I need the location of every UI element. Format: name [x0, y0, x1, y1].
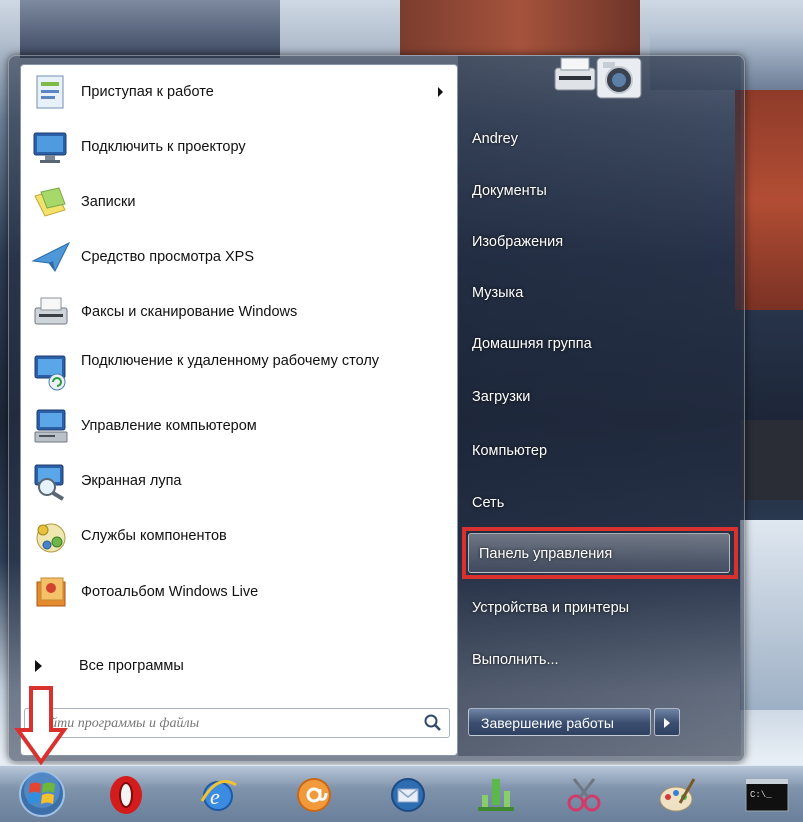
control-panel-highlight-frame: [462, 527, 738, 579]
user-picture-icon[interactable]: [553, 44, 645, 104]
mail-agent-icon[interactable]: [292, 773, 336, 817]
program-xps-viewer[interactable]: Средство просмотра XPS: [21, 232, 457, 282]
music-link[interactable]: Музыка: [472, 285, 523, 315]
windows-orb-icon[interactable]: [16, 770, 68, 818]
remote-desktop-icon: [34, 355, 66, 391]
search-input[interactable]: [31, 712, 375, 736]
program-remote-desktop[interactable]: Подключение к удаленному рабочему столу: [21, 345, 457, 399]
program-label: Приступая к работе: [81, 84, 214, 100]
program-photo-gallery[interactable]: Фотоальбом Windows Live: [21, 567, 457, 617]
taskbar: e C:\_: [0, 765, 803, 822]
search-icon[interactable]: [423, 713, 443, 733]
paint-icon[interactable]: [654, 773, 698, 817]
user-name-link[interactable]: Andrey: [472, 131, 518, 161]
shutdown-button[interactable]: Завершение работы: [468, 708, 651, 736]
internet-explorer-icon[interactable]: e: [196, 773, 240, 817]
thunderbird-icon[interactable]: [386, 773, 430, 817]
program-label: Службы компонентов: [81, 528, 227, 544]
chevron-right-icon: [664, 718, 670, 728]
program-label: Фотоальбом Windows Live: [81, 584, 259, 600]
sticky-notes-icon: [34, 187, 66, 217]
all-programs-arrow-icon: [35, 660, 42, 672]
background-building: [740, 520, 803, 710]
program-label: Управление компьютером: [81, 418, 257, 434]
program-label: Подключение к удаленному рабочему столу: [81, 353, 380, 369]
program-label: Факсы и сканирование Windows: [81, 304, 298, 320]
homegroup-link[interactable]: Домашняя группа: [472, 336, 592, 366]
submenu-arrow-icon: [438, 87, 443, 97]
program-connect-projector[interactable]: Подключить к проектору: [21, 122, 457, 172]
program-label: Записки: [81, 194, 136, 210]
snipping-tool-icon[interactable]: [562, 773, 606, 817]
documents-link[interactable]: Документы: [472, 183, 547, 213]
background-building: [740, 420, 803, 500]
program-component-services[interactable]: Службы компонентов: [21, 511, 457, 561]
photo-gallery-icon: [36, 577, 66, 607]
shutdown-options-button[interactable]: [654, 708, 680, 736]
getting-started-icon: [36, 75, 64, 109]
xps-viewer-icon: [31, 241, 71, 272]
pictures-link[interactable]: Изображения: [472, 234, 563, 264]
downloads-link[interactable]: Загрузки: [472, 389, 530, 419]
program-sticky-notes[interactable]: Записки: [21, 177, 457, 227]
opera-icon[interactable]: [104, 773, 148, 817]
background-building: [20, 0, 280, 58]
command-prompt-icon[interactable]: C:\_: [744, 773, 790, 817]
fax-scan-icon: [34, 297, 68, 325]
start-menu-programs-pane: Приступая к работе Подключить к проектор…: [20, 64, 458, 756]
devices-printers-link[interactable]: Устройства и принтеры: [472, 600, 629, 630]
all-programs-label: Все программы: [79, 658, 184, 674]
magnifier-icon: [34, 464, 65, 501]
program-magnifier[interactable]: Экранная лупа: [21, 456, 457, 506]
search-box[interactable]: [24, 708, 450, 738]
network-tool-icon[interactable]: [474, 773, 518, 817]
all-programs-button[interactable]: Все программы: [21, 649, 457, 685]
network-link[interactable]: Сеть: [472, 495, 504, 525]
program-label: Средство просмотра XPS: [81, 249, 255, 265]
pointer-arrow-down-icon: [14, 686, 68, 766]
computer-link[interactable]: Компьютер: [472, 443, 547, 473]
program-label: Подключить к проектору: [81, 139, 246, 155]
program-label: Экранная лупа: [81, 473, 182, 489]
program-fax-scan[interactable]: Факсы и сканирование Windows: [21, 287, 457, 337]
program-getting-started[interactable]: Приступая к работе: [21, 67, 457, 117]
component-services-icon: [36, 523, 66, 553]
program-computer-management[interactable]: Управление компьютером: [21, 401, 457, 451]
run-link[interactable]: Выполнить...: [472, 652, 559, 682]
svg-text:C:\_: C:\_: [750, 790, 772, 800]
computer-management-icon: [34, 409, 68, 443]
projector-icon: [33, 132, 67, 163]
background-building: [735, 90, 803, 310]
